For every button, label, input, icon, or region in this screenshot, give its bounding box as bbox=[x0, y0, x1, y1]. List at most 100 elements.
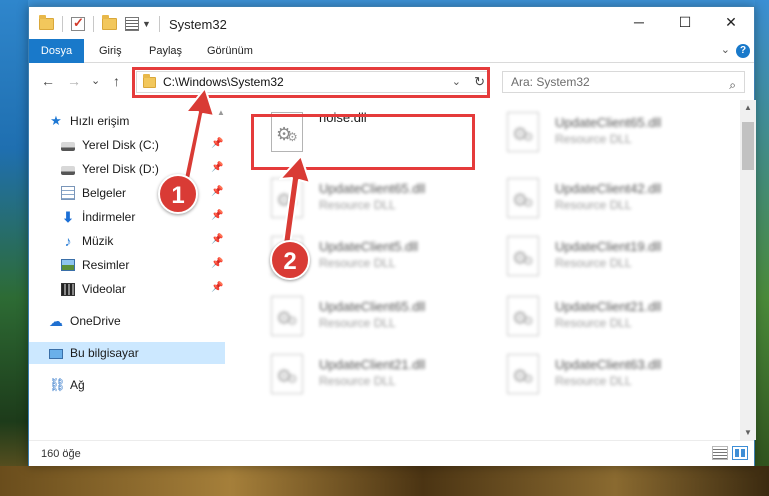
dll-file-icon bbox=[507, 236, 539, 276]
sidebar-item-local-disk-c[interactable]: Yerel Disk (C:) 📌 bbox=[29, 134, 225, 156]
forward-button[interactable]: → bbox=[67, 73, 81, 89]
pin-icon[interactable]: 📌 bbox=[211, 163, 223, 173]
file-name: UpdateClient21.dll bbox=[555, 299, 662, 314]
tab-home[interactable]: Giriş bbox=[99, 39, 122, 63]
close-button[interactable]: ✕ bbox=[708, 7, 754, 37]
file-item[interactable]: UpdateClient21.dll Resource DLL bbox=[247, 348, 477, 400]
sidebar-item-label: Resimler bbox=[82, 258, 130, 272]
sidebar-item-onedrive[interactable]: ☁ OneDrive bbox=[29, 310, 225, 332]
minimize-button[interactable]: ─ bbox=[616, 7, 662, 37]
file-type: Resource DLL bbox=[555, 132, 632, 146]
sidebar-item-label: Yerel Disk (D:) bbox=[82, 162, 159, 176]
scroll-up-arrow-icon[interactable]: ▲ bbox=[744, 103, 752, 112]
file-item[interactable]: UpdateClient65.dll Resource DLL bbox=[247, 172, 477, 224]
file-type: Resource DLL bbox=[555, 256, 632, 270]
desktop-background-left bbox=[0, 0, 28, 496]
callout-badge-2: 2 bbox=[270, 240, 310, 280]
file-name: UpdateClient5.dll bbox=[319, 239, 419, 254]
properties-check-icon[interactable] bbox=[71, 15, 85, 31]
maximize-button[interactable]: ☐ bbox=[662, 7, 708, 37]
file-item[interactable]: UpdateClient65.dll Resource DLL bbox=[483, 106, 713, 158]
new-folder-icon[interactable] bbox=[102, 15, 117, 30]
file-type: Resource DLL bbox=[319, 316, 396, 330]
chevron-down-icon[interactable]: ▼ bbox=[142, 19, 151, 29]
star-icon: ★ bbox=[50, 113, 62, 128]
explorer-window: ▼ System32 ─ ☐ ✕ Dosya Giriş Paylaş Görü… bbox=[28, 6, 756, 466]
pin-icon[interactable]: 📌 bbox=[211, 283, 223, 293]
file-item[interactable]: UpdateClient19.dll Resource DLL bbox=[483, 230, 713, 282]
scroll-down-arrow-icon[interactable]: ▼ bbox=[744, 428, 752, 437]
customize-toolbar-icon[interactable] bbox=[125, 17, 139, 31]
sidebar-item-label: Videolar bbox=[82, 282, 126, 296]
ribbon-tabs: Dosya Giriş Paylaş Görünüm ⌄ ? bbox=[29, 39, 754, 63]
up-button[interactable]: ↑ bbox=[113, 73, 120, 89]
details-view-button[interactable] bbox=[712, 446, 728, 460]
file-type: Resource DLL bbox=[319, 374, 396, 388]
sidebar-item-label: Hızlı erişim bbox=[70, 114, 130, 128]
file-name: UpdateClient42.dll bbox=[555, 181, 662, 196]
sidebar-item-this-pc[interactable]: Bu bilgisayar bbox=[29, 342, 225, 364]
tab-file[interactable]: Dosya bbox=[29, 39, 84, 63]
sidebar-item-downloads[interactable]: ⬇ İndirmeler 📌 bbox=[29, 206, 225, 228]
sidebar-item-label: Belgeler bbox=[82, 186, 127, 200]
file-name: UpdateClient65.dll bbox=[319, 299, 426, 314]
network-icon: ⛓ bbox=[49, 377, 66, 392]
disk-icon bbox=[61, 141, 75, 151]
divider bbox=[158, 16, 160, 32]
sidebar-item-pictures[interactable]: Resimler 📌 bbox=[29, 254, 225, 276]
disk-icon bbox=[61, 165, 75, 175]
file-name: UpdateClient63.dll bbox=[555, 357, 662, 372]
large-icons-view-button[interactable] bbox=[732, 446, 748, 460]
file-item[interactable]: UpdateClient21.dll Resource DLL bbox=[483, 290, 713, 342]
item-count: 160 öğe bbox=[41, 448, 81, 460]
window-title: System32 bbox=[169, 17, 227, 32]
file-type: Resource DLL bbox=[319, 198, 396, 212]
tab-share[interactable]: Paylaş bbox=[149, 39, 182, 63]
back-button[interactable]: ← bbox=[41, 73, 55, 89]
file-item[interactable]: UpdateClient63.dll Resource DLL bbox=[483, 348, 713, 400]
file-item[interactable]: UpdateClient65.dll Resource DLL bbox=[247, 290, 477, 342]
file-name: UpdateClient19.dll bbox=[555, 239, 662, 254]
file-item[interactable]: UpdateClient42.dll Resource DLL bbox=[483, 172, 713, 224]
scrollbar-thumb[interactable] bbox=[742, 122, 754, 170]
pin-icon[interactable]: 📌 bbox=[211, 211, 223, 221]
search-input[interactable]: Ara: System32 ⌕ bbox=[502, 71, 745, 93]
sidebar-item-quick-access[interactable]: ★ Hızlı erişim bbox=[29, 110, 225, 132]
sidebar-item-label: Bu bilgisayar bbox=[70, 346, 139, 360]
pin-icon[interactable]: 📌 bbox=[211, 235, 223, 245]
dll-file-icon bbox=[271, 178, 303, 218]
sidebar-item-local-disk-d[interactable]: Yerel Disk (D:) 📌 bbox=[29, 158, 225, 180]
desktop-background-bottom bbox=[0, 466, 769, 496]
sidebar-item-label: Ağ bbox=[70, 378, 85, 392]
sidebar-item-music[interactable]: ♪ Müzik 📌 bbox=[29, 230, 225, 252]
sidebar-item-videos[interactable]: Videolar 📌 bbox=[29, 278, 225, 300]
pin-icon[interactable]: 📌 bbox=[211, 187, 223, 197]
quick-access-toolbar: ▼ bbox=[39, 15, 160, 32]
search-icon[interactable]: ⌕ bbox=[729, 75, 736, 95]
dll-file-icon bbox=[271, 354, 303, 394]
cloud-icon: ☁ bbox=[49, 313, 63, 329]
dll-file-icon bbox=[507, 354, 539, 394]
sidebar-item-network[interactable]: ⛓ Ağ bbox=[29, 374, 225, 396]
vertical-scrollbar[interactable]: ▲ ▼ bbox=[740, 100, 756, 440]
desktop-background-right bbox=[755, 0, 769, 496]
pin-icon[interactable]: 📌 bbox=[211, 259, 223, 269]
tab-view[interactable]: Görünüm bbox=[207, 39, 253, 63]
downloads-icon: ⬇ bbox=[62, 209, 74, 225]
file-type: Resource DLL bbox=[555, 316, 632, 330]
title-bar: ▼ System32 ─ ☐ ✕ bbox=[29, 7, 754, 39]
videos-icon bbox=[61, 282, 75, 296]
pin-icon[interactable]: 📌 bbox=[211, 139, 223, 149]
dll-file-icon bbox=[507, 178, 539, 218]
expand-ribbon-chevron-icon[interactable]: ⌄ bbox=[721, 43, 730, 56]
file-highlight-box bbox=[251, 114, 475, 170]
file-name: UpdateClient65.dll bbox=[319, 181, 426, 196]
divider bbox=[62, 16, 63, 32]
recent-locations-button[interactable]: ⌄ bbox=[91, 74, 100, 87]
sidebar-item-label: İndirmeler bbox=[82, 210, 136, 224]
documents-icon bbox=[61, 186, 75, 200]
file-name: UpdateClient65.dll bbox=[555, 115, 662, 130]
navigation-pane: ▲ ★ Hızlı erişim Yerel Disk (C:) 📌 Yerel… bbox=[29, 100, 225, 440]
divider bbox=[93, 16, 94, 32]
help-icon[interactable]: ? bbox=[736, 44, 750, 58]
